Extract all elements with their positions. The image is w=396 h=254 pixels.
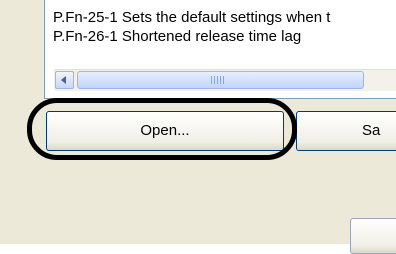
list-item[interactable]: P.Fn-26-1 Shortened release time lag: [53, 28, 301, 46]
open-button[interactable]: Open...: [46, 111, 284, 151]
scroll-left-arrow-icon[interactable]: [55, 71, 74, 89]
save-button-label: Sa: [362, 122, 381, 139]
save-button[interactable]: Sa: [296, 111, 396, 151]
scrollbar-thumb[interactable]: [77, 71, 364, 89]
bottom-button[interactable]: [350, 218, 396, 254]
page-margin: [0, 244, 396, 253]
list-item[interactable]: P.Fn-25-1 Sets the default settings when…: [53, 9, 330, 27]
open-button-label: Open...: [140, 122, 190, 139]
horizontal-scrollbar[interactable]: [54, 69, 396, 91]
scrollbar-grip-icon: [211, 76, 225, 84]
